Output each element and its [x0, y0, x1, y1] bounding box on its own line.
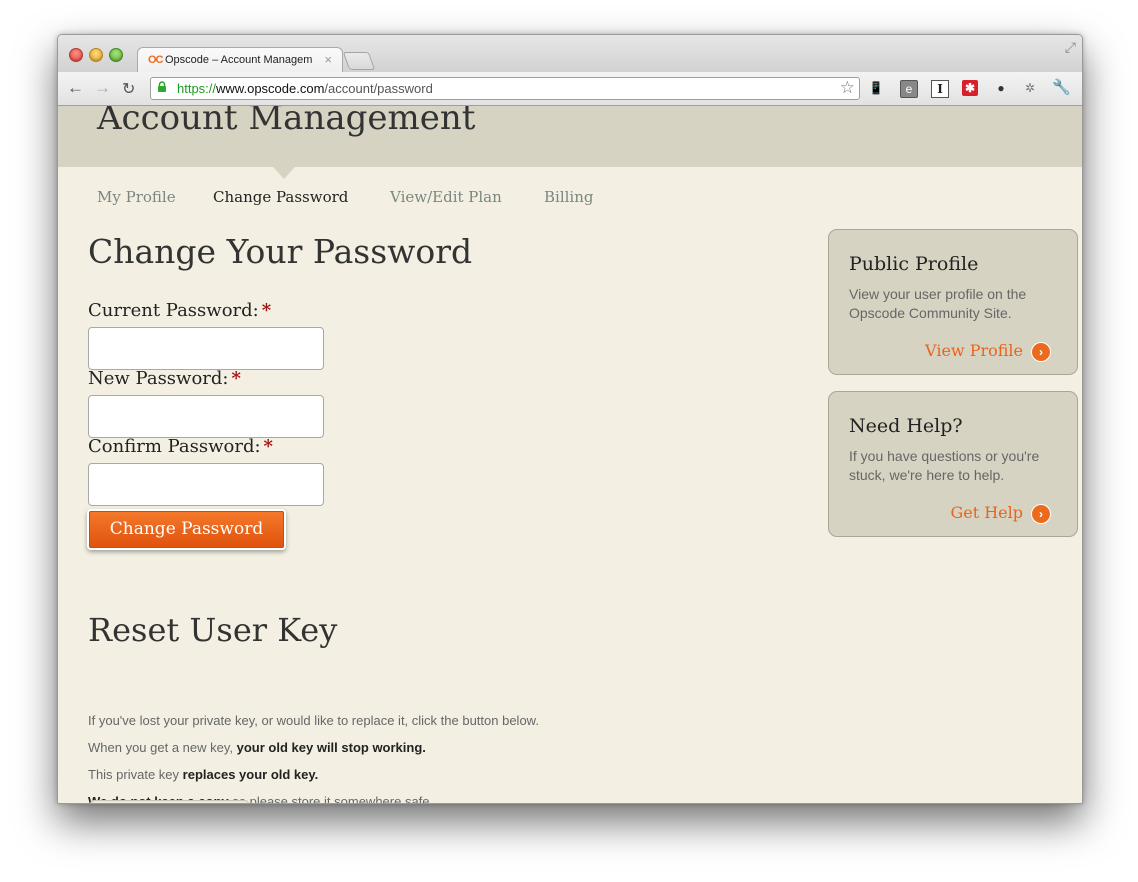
url-text: https://www.opscode.com/account/password — [177, 81, 433, 96]
current-password-field[interactable] — [88, 327, 324, 370]
browser-window: OC Opscode – Account Managem × ⤢ ← → ↻ h… — [57, 34, 1083, 804]
lock-icon — [158, 81, 166, 92]
reset-key-line-2-text: When you get a new key, — [88, 740, 234, 755]
public-profile-title: Public Profile — [849, 253, 979, 275]
mobile-extension-icon[interactable]: 📱 — [868, 80, 884, 96]
reset-key-line-1: If you've lost your private key, or woul… — [88, 713, 539, 728]
lastpass-extension-icon[interactable]: ✱ — [962, 80, 978, 96]
subnav-billing[interactable]: Billing — [544, 188, 593, 206]
public-profile-card: Public Profile View your user profile on… — [828, 229, 1078, 375]
get-help-link[interactable]: Get Help — [950, 503, 1023, 522]
back-arrow-icon[interactable]: ← — [67, 78, 84, 98]
required-marker: * — [261, 300, 272, 321]
browser-tab[interactable]: OC Opscode – Account Managem × — [137, 47, 343, 74]
forward-arrow-icon[interactable]: → — [94, 78, 111, 98]
subnav-my-profile[interactable]: My Profile — [97, 188, 176, 206]
new-password-field[interactable] — [88, 395, 324, 438]
bookmark-star-icon[interactable]: ☆ — [840, 78, 855, 98]
confirm-password-label: Confirm Password: * — [88, 436, 273, 457]
tab-title: Opscode – Account Managem — [165, 54, 313, 66]
evernote-extension-icon[interactable]: e — [900, 80, 918, 98]
bug-extension-icon[interactable]: ✲ — [1022, 80, 1038, 96]
reset-key-line-3-text: This private key — [88, 767, 180, 782]
close-window-button[interactable] — [69, 48, 83, 62]
need-help-text: If you have questions or you're stuck, w… — [849, 448, 1040, 483]
url-path: /account/password — [324, 81, 433, 96]
change-password-heading: Change Your Password — [88, 232, 473, 271]
active-tab-indicator — [273, 167, 295, 179]
reset-key-line-2-emphasis: your old key will stop working. — [236, 740, 426, 755]
public-profile-text: View your user profile on the Opscode Co… — [849, 286, 1027, 321]
wrench-menu-icon[interactable]: 🔧 — [1052, 80, 1071, 96]
reset-key-line-2: When you get a new key, your old key wil… — [88, 740, 426, 755]
subnav-change-password[interactable]: Change Password — [213, 188, 348, 206]
new-tab-button[interactable] — [342, 52, 376, 70]
subnav-view-edit-plan[interactable]: View/Edit Plan — [390, 188, 502, 206]
url-scheme: https:// — [177, 81, 217, 96]
reset-key-line-3-emphasis: replaces your old key. — [182, 767, 319, 782]
tab-close-icon[interactable]: × — [324, 52, 332, 67]
confirm-password-label-text: Confirm Password: — [88, 436, 261, 457]
minimize-window-button[interactable] — [89, 48, 103, 62]
required-marker: * — [263, 436, 273, 457]
page-content: Account Management My Profile Change Pas… — [58, 106, 1082, 803]
browser-toolbar: ← → ↻ https://www.opscode.com/account/pa… — [58, 72, 1082, 106]
need-help-card: Need Help? If you have questions or you'… — [828, 391, 1078, 537]
zoom-window-button[interactable] — [109, 48, 123, 62]
reset-key-line-3: This private key replaces your old key. — [88, 767, 318, 782]
confirm-password-field[interactable] — [88, 463, 324, 506]
url-host: www.opscode.com — [216, 81, 325, 96]
page-title: Account Management — [97, 106, 476, 138]
required-marker: * — [231, 368, 241, 389]
current-password-label: Current Password: * — [88, 300, 271, 321]
header-band: Account Management — [58, 106, 1082, 167]
reload-icon[interactable]: ↻ — [122, 79, 135, 99]
need-help-title: Need Help? — [849, 415, 963, 437]
reset-user-key-heading: Reset User Key — [88, 611, 338, 649]
fullscreen-icon[interactable]: ⤢ — [1065, 39, 1076, 56]
new-password-label-text: New Password: — [88, 368, 229, 389]
address-bar[interactable]: https://www.opscode.com/account/password… — [150, 77, 860, 100]
github-extension-icon[interactable]: ● — [993, 80, 1009, 96]
arrow-right-circle-icon[interactable]: › — [1032, 505, 1050, 523]
tab-strip: OC Opscode – Account Managem × ⤢ — [58, 35, 1082, 74]
opscode-favicon-icon: OC — [148, 54, 163, 66]
new-password-label: New Password: * — [88, 368, 241, 389]
view-profile-link[interactable]: View Profile — [925, 341, 1023, 360]
current-password-label-text: Current Password: — [88, 300, 259, 321]
reset-key-button[interactable] — [90, 800, 249, 803]
reset-key-line-4-text: so please store it somewhere safe. — [232, 794, 434, 803]
instapaper-extension-icon[interactable]: I — [931, 80, 949, 98]
arrow-right-circle-icon[interactable]: › — [1032, 343, 1050, 361]
change-password-button[interactable]: Change Password — [89, 511, 284, 548]
